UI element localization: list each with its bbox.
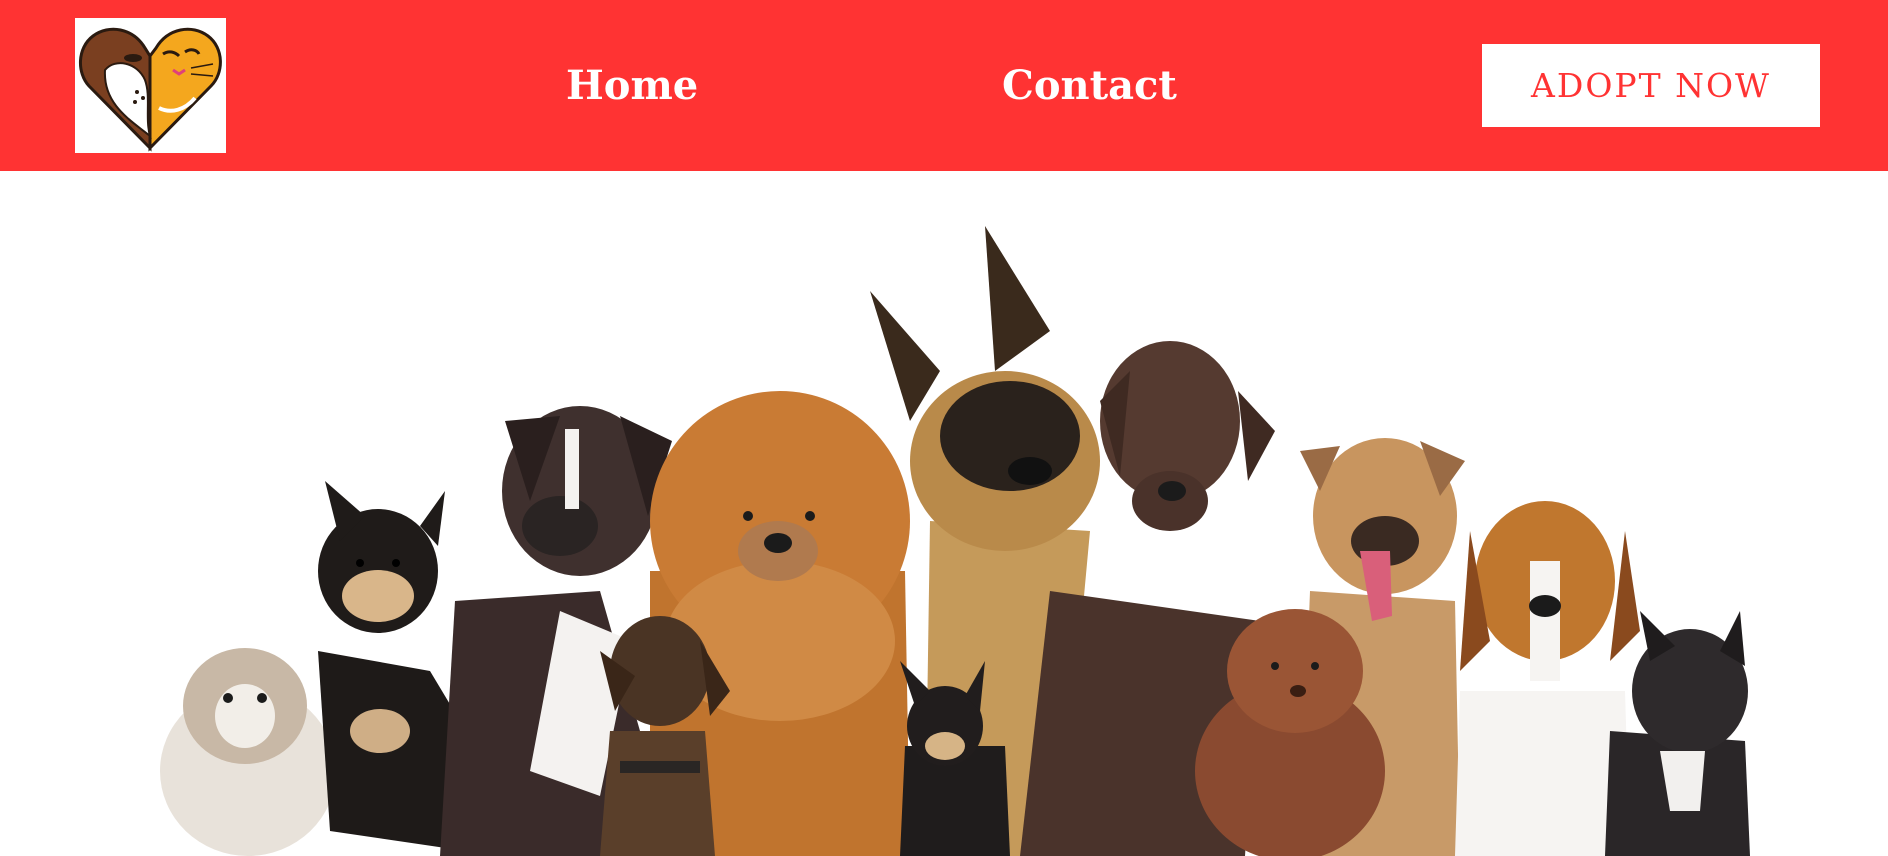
site-logo[interactable] [75, 18, 226, 153]
site-header: Home Contact ADOPT NOW [0, 0, 1888, 171]
hero-section [0, 171, 1888, 856]
adopt-now-button[interactable]: ADOPT NOW [1482, 44, 1820, 127]
french-bulldog [1605, 611, 1750, 856]
group-of-dogs-photo [160, 226, 1750, 856]
nav-link-home[interactable]: Home [566, 58, 698, 114]
shih-tzu-dog [160, 648, 336, 856]
nav-link-contact[interactable]: Contact [1002, 58, 1177, 114]
dog-cat-heart-logo-icon [79, 27, 222, 152]
